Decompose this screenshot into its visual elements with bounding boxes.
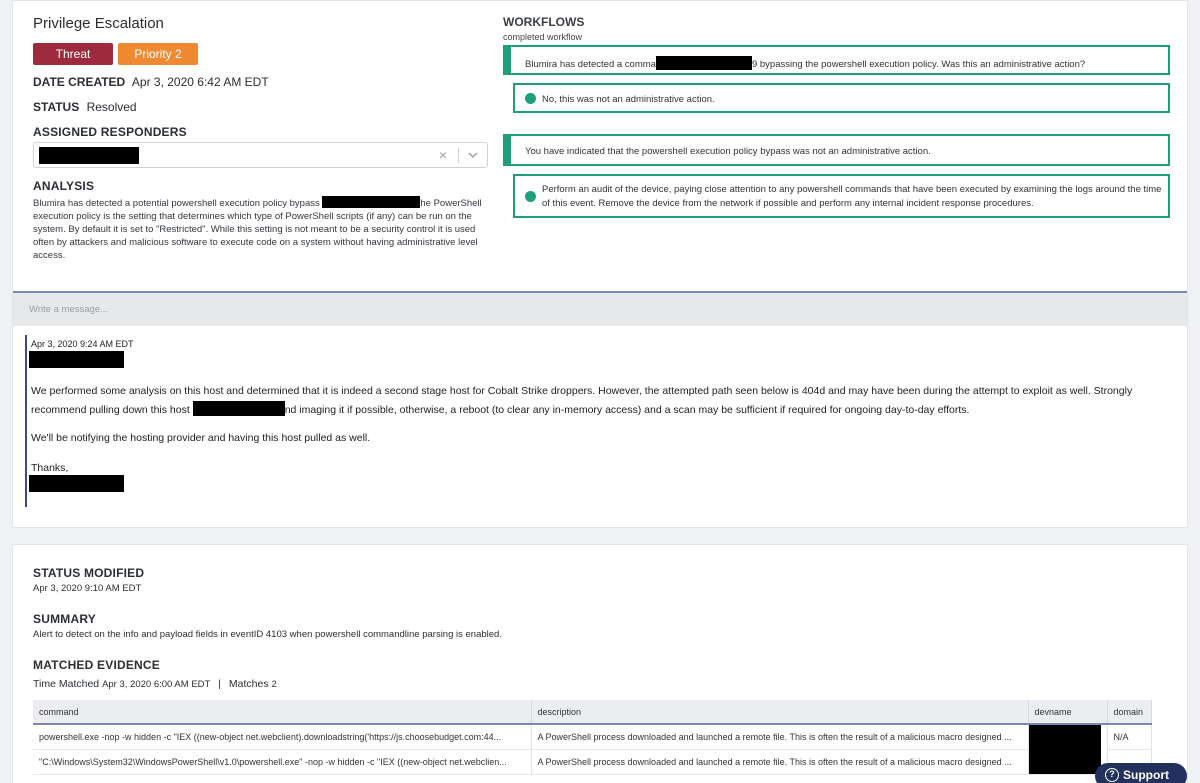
workflow-answer-1: No, this was not an administrative actio… — [513, 83, 1170, 113]
para1b-end: nd imaging it if possible, otherwise, a … — [284, 404, 970, 416]
analysis-rest: execution policy is the setting that det… — [33, 211, 478, 261]
column-header-domain[interactable]: domain — [1107, 700, 1152, 725]
column-header-command[interactable]: command — [33, 700, 532, 725]
para1b-start: recommend pulling down this host — [31, 404, 190, 416]
workflow-question-2: You have indicated that the powershell e… — [503, 134, 1170, 166]
status-modified-value: Apr 3, 2020 9:10 AM EDT — [33, 583, 142, 594]
analysis-text: Blumira has detected a potential powersh… — [33, 196, 493, 262]
matched-evidence-label: MATCHED EVIDENCE — [33, 658, 160, 672]
summary-text: Alert to detect on the info and payload … — [33, 629, 502, 640]
cell-description: A PowerShell process downloaded and laun… — [531, 724, 1029, 750]
redacted-ip — [192, 401, 285, 416]
message-placeholder: Write a message... — [29, 304, 109, 315]
comment-date: Apr 3, 2020 9:24 AM EDT — [31, 339, 134, 349]
redacted-responder — [39, 147, 139, 164]
cell-command: "C:\Windows\System32\WindowsPowerShell\v… — [33, 749, 532, 775]
comment-para1b: recommend pulling down this host nd imag… — [31, 401, 969, 416]
q1-end: 9 bypassing the powershell execution pol… — [751, 59, 1086, 70]
support-button[interactable]: ? Support — [1095, 763, 1187, 783]
date-created-value: Apr 3, 2020 6:42 AM EDT — [131, 75, 269, 89]
redacted-author — [29, 351, 124, 368]
redacted-signature — [29, 475, 124, 492]
table-row[interactable]: "C:\Windows\System32\WindowsPowerShell\v… — [33, 749, 1152, 775]
workflow-question-2-text: You have indicated that the powershell e… — [525, 146, 931, 157]
comment-accent-line — [25, 335, 27, 507]
date-created: DATE CREATED Apr 3, 2020 6:42 AM EDT — [33, 75, 269, 89]
cell-domain: N/A — [1107, 724, 1152, 750]
time-matched-label: Time Matched — [33, 678, 100, 690]
threat-badge: Threat — [33, 43, 113, 65]
answer-dot-icon — [525, 93, 536, 104]
matches-label: Matches — [228, 678, 269, 690]
q1-start: Blumira has detected a comma — [525, 59, 656, 70]
cell-command: powershell.exe -nop -w hidden -c "IEX ((… — [33, 724, 532, 750]
workflows-subtitle: completed workflow — [503, 32, 583, 42]
evidence-table: command description devname domain power… — [33, 700, 1152, 775]
support-label: Support — [1123, 768, 1169, 782]
redacted-devname — [1028, 725, 1101, 773]
column-header-description[interactable]: description — [531, 700, 1029, 725]
assigned-responders-label: ASSIGNED RESPONDERS — [33, 125, 187, 139]
date-created-label: DATE CREATED — [33, 75, 126, 89]
summary-label: SUMMARY — [33, 612, 96, 626]
time-matched-value: Apr 3, 2020 6:00 AM EDT — [102, 679, 211, 690]
comment-para2: We'll be notifying the hosting provider … — [31, 432, 371, 444]
alert-evidence-panel: STATUS MODIFIED Apr 3, 2020 9:10 AM EDT … — [12, 544, 1188, 783]
analysis-line1-start: Blumira has detected a potential powersh… — [33, 198, 320, 209]
comment-sign: Thanks, — [31, 462, 69, 474]
status-modified-label: STATUS MODIFIED — [33, 566, 145, 580]
workflow-question-1: Blumira has detected a comma 9 bypassing … — [503, 45, 1170, 75]
workflow-answer-1-text: No, this was not an administrative actio… — [542, 94, 715, 105]
alert-detail-panel: Privilege Escalation Threat Priority 2 D… — [12, 0, 1188, 528]
status-label: STATUS — [33, 100, 80, 114]
priority-badge: Priority 2 — [118, 43, 198, 65]
status-value: Resolved — [86, 100, 137, 114]
meta-separator: | — [218, 678, 221, 690]
help-circle-icon: ? — [1105, 768, 1119, 782]
select-divider — [458, 148, 459, 163]
redacted-host — [322, 196, 421, 208]
message-input[interactable]: Write a message... — [13, 291, 1187, 326]
table-header-row: command description devname domain — [33, 700, 1152, 725]
clear-icon[interactable]: × — [439, 147, 447, 163]
responders-select[interactable]: × — [33, 142, 488, 168]
matches-value: 2 — [271, 679, 277, 690]
status-field: STATUS Resolved — [33, 100, 137, 114]
analysis-line1-end: he PowerShell — [420, 198, 482, 209]
chevron-down-icon[interactable] — [467, 149, 479, 161]
evidence-meta: Time Matched Apr 3, 2020 6:00 AM EDT | M… — [33, 678, 277, 690]
table-row[interactable]: powershell.exe -nop -w hidden -c "IEX ((… — [33, 724, 1152, 775]
workflow-answer-2: Perform an audit of the device, paying c… — [513, 174, 1170, 218]
redacted-command — [655, 56, 752, 70]
cell-devname — [1028, 724, 1108, 775]
analysis-label: ANALYSIS — [33, 179, 95, 193]
page-title: Privilege Escalation — [33, 15, 164, 32]
comment-para1: We performed some analysis on this host … — [31, 385, 1133, 397]
cell-description: A PowerShell process downloaded and laun… — [531, 749, 1029, 775]
workflow-answer-2-text: Perform an audit of the device, paying c… — [542, 184, 1162, 209]
workflow-question-1-text: Blumira has detected a comma 9 bypassing … — [525, 56, 1085, 70]
answer-dot-icon — [525, 191, 536, 202]
workflows-title: WORKFLOWS — [503, 15, 585, 29]
column-header-devname[interactable]: devname — [1028, 700, 1108, 725]
